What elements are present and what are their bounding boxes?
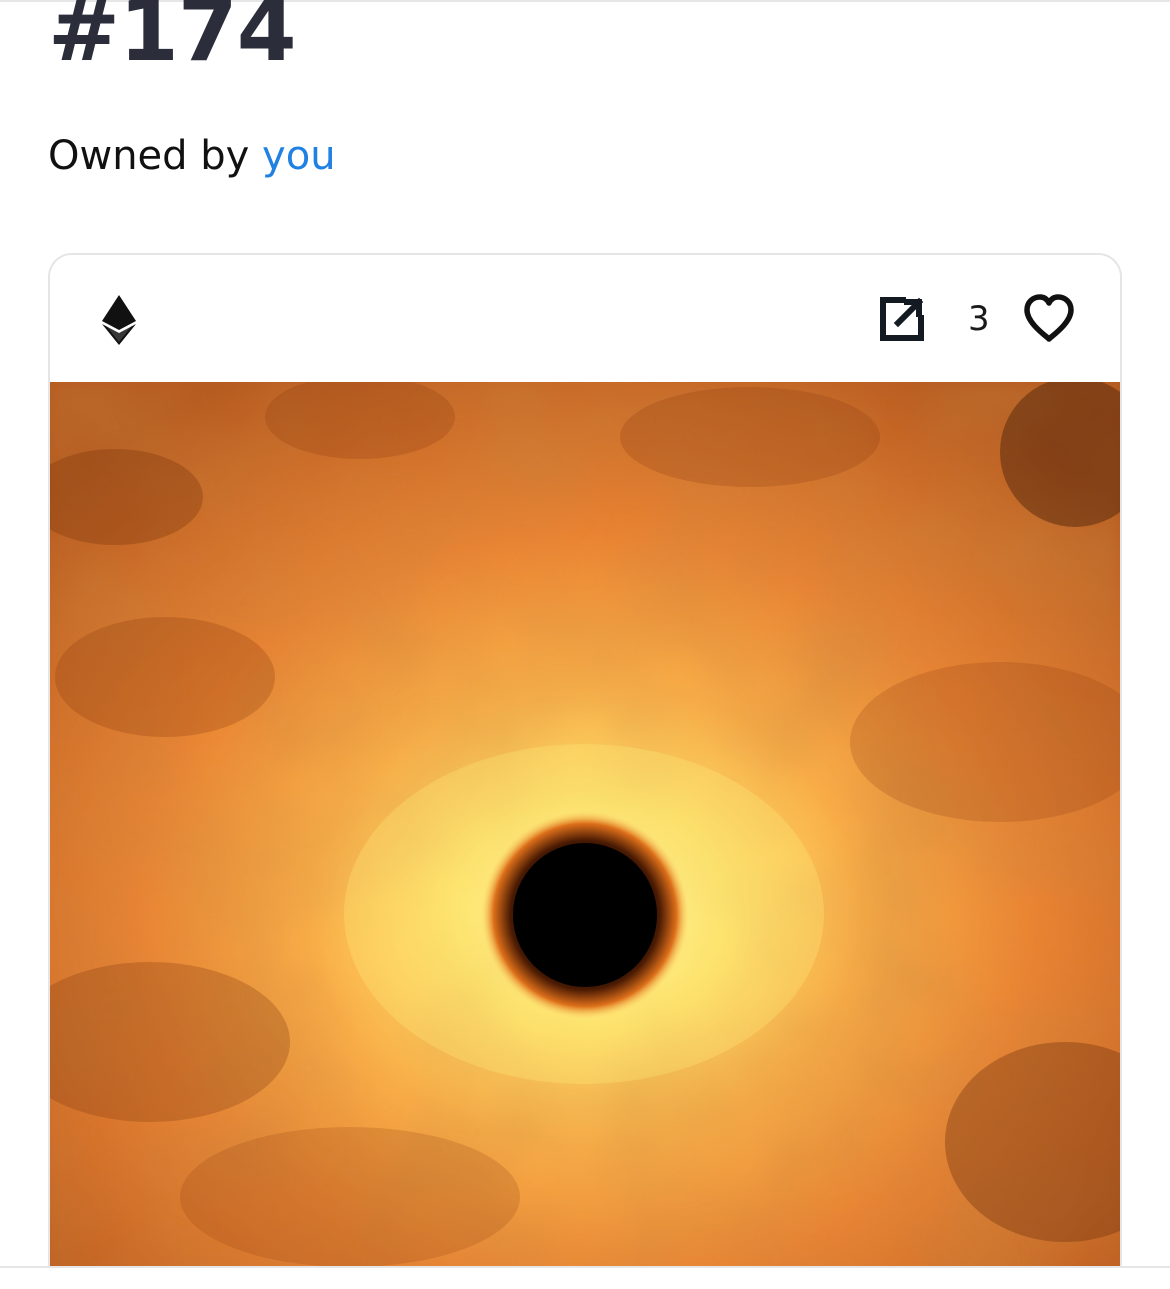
bottom-divider	[0, 1266, 1170, 1289]
favorites-count: 3	[968, 299, 990, 339]
heart-outline-icon	[1024, 294, 1074, 342]
card-header: 3	[50, 255, 1120, 383]
asset-title: #174	[48, 0, 297, 81]
owner-line: Owned by you	[48, 132, 336, 180]
nft-artwork	[50, 382, 1120, 1282]
ethereum-icon	[102, 295, 136, 345]
open-external-link-button[interactable]	[876, 293, 928, 345]
asset-media-card: 3	[48, 253, 1122, 1289]
owner-link[interactable]: you	[262, 133, 336, 179]
favorite-button[interactable]	[1022, 293, 1076, 345]
owned-by-label: Owned by	[48, 133, 250, 179]
external-link-icon	[880, 297, 924, 341]
